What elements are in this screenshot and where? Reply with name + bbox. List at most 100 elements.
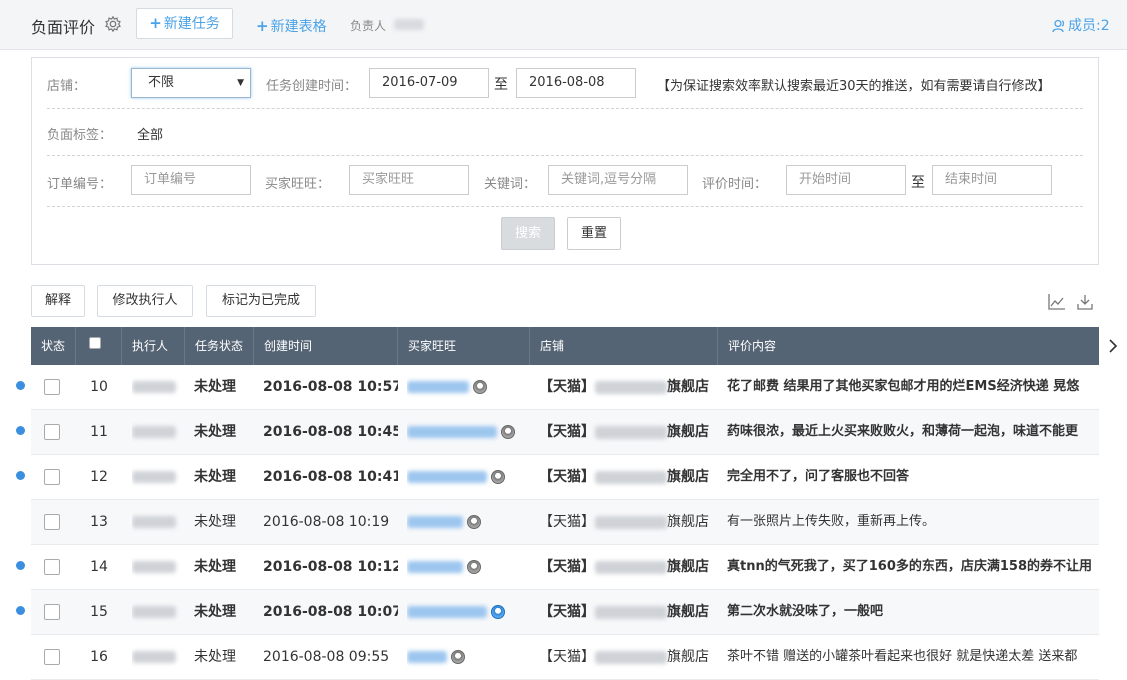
assignee-redacted xyxy=(132,545,185,590)
neg-tag-label: 负面标签： xyxy=(47,128,113,143)
shop-name: 【天猫】 旗舰店 xyxy=(539,424,709,440)
explain-button[interactable]: 解释 xyxy=(31,285,85,317)
review-content[interactable]: 茶叶不错 赠送的小罐茶叶看起来也很好 就是快递太差 送来都 xyxy=(727,635,1099,680)
table-row[interactable]: 11 未处理 2016-08-08 10:45 【天猫】 旗舰店 药味很浓，最近上… xyxy=(16,410,1099,455)
shop-label: 店铺： xyxy=(47,79,87,94)
buyer-wangwang[interactable] xyxy=(407,500,530,545)
line-chart-icon[interactable] xyxy=(1048,293,1066,311)
buyer-wangwang[interactable] xyxy=(407,365,530,410)
page-title: 负面评价 xyxy=(31,18,96,37)
gear-icon[interactable] xyxy=(104,15,122,33)
buyer-input[interactable]: 买家旺旺 xyxy=(349,165,469,195)
review-content[interactable]: 有一张照片上传失败，重新再上传。 xyxy=(727,500,1099,545)
chevron-right-icon[interactable] xyxy=(1106,336,1120,356)
assignee-redacted xyxy=(132,635,185,680)
table-row[interactable]: 15 未处理 2016-08-08 10:07 【天猫】 旗舰店 第二次水就没味了… xyxy=(16,590,1099,635)
task-status: 未处理 xyxy=(194,379,236,395)
wangwang-chat-icon[interactable] xyxy=(467,515,481,529)
created-time: 2016-08-08 10:45 xyxy=(263,424,398,440)
col-content[interactable]: 评价内容 xyxy=(718,327,1099,365)
order-input[interactable]: 订单编号 xyxy=(131,165,251,195)
wangwang-chat-icon[interactable] xyxy=(491,470,505,484)
task-status: 未处理 xyxy=(194,604,236,620)
row-number: 13 xyxy=(90,514,108,530)
shop-select-value: 不限 xyxy=(148,75,175,90)
wangwang-chat-icon[interactable] xyxy=(491,605,505,619)
row-checkbox[interactable] xyxy=(44,424,60,440)
buyer-wangwang[interactable] xyxy=(407,410,530,455)
row-checkbox[interactable] xyxy=(44,649,60,665)
keyword-input[interactable]: 关键词,逗号分隔 xyxy=(548,165,688,195)
new-table-button[interactable]: + 新建表格 xyxy=(256,16,327,36)
col-created-time[interactable]: 创建时间 xyxy=(254,327,398,365)
owner-label: 负责人 xyxy=(350,19,387,33)
shop-name: 【天猫】 旗舰店 xyxy=(539,379,709,395)
buyer-wangwang[interactable] xyxy=(407,635,530,680)
table-row[interactable]: 13 未处理 2016-08-08 10:19 【天猫】 旗舰店 有一张照片上传失… xyxy=(31,500,1099,545)
col-status[interactable]: 状态 xyxy=(31,327,76,365)
review-content[interactable]: 真tnn的气死我了，买了160多的东西，店庆满158的券不让用 xyxy=(727,545,1099,590)
wangwang-chat-icon[interactable] xyxy=(467,560,481,574)
buyer-wangwang[interactable] xyxy=(407,455,530,500)
col-buyer[interactable]: 买家旺旺 xyxy=(398,327,530,365)
row-checkbox[interactable] xyxy=(44,559,60,575)
col-shop[interactable]: 店铺 xyxy=(530,327,718,365)
unread-dot-icon xyxy=(16,426,25,435)
buyer-wangwang[interactable] xyxy=(407,590,530,635)
review-content[interactable]: 花了邮费 结果用了其他买家包邮才用的烂EMS经济快递 晃悠 xyxy=(727,365,1099,410)
review-content[interactable]: 第二次水就没味了，一般吧 xyxy=(727,590,1099,635)
table-row[interactable]: 12 未处理 2016-08-08 10:41 【天猫】 旗舰店 完全用不了，问了… xyxy=(16,455,1099,500)
review-content[interactable]: 药味很浓，最近上火买来败败火，和薄荷一起泡，味道不能更 xyxy=(727,410,1099,455)
shop-name: 【天猫】 旗舰店 xyxy=(539,649,709,665)
search-button[interactable]: 搜索 xyxy=(501,217,555,250)
change-assignee-button[interactable]: 修改执行人 xyxy=(97,285,193,317)
table-row[interactable]: 16 未处理 2016-08-08 09:55 【天猫】 旗舰店 茶叶不错 赠送的… xyxy=(31,635,1099,680)
assignee-redacted xyxy=(132,455,185,500)
select-all-checkbox[interactable] xyxy=(89,337,101,349)
eval-start-input[interactable]: 开始时间 xyxy=(786,165,906,195)
unread-dot-icon xyxy=(16,381,25,390)
new-task-label: 新建任务 xyxy=(163,16,220,32)
buyer-wangwang[interactable] xyxy=(407,545,530,590)
neg-tag-all[interactable]: 全部 xyxy=(137,124,163,143)
col-select xyxy=(76,327,122,365)
date-from-input[interactable]: 2016-07-09 xyxy=(369,68,489,98)
review-content[interactable]: 完全用不了，问了客服也不回答 xyxy=(727,455,1099,500)
reset-button[interactable]: 重置 xyxy=(567,217,621,250)
shop-name: 【天猫】 旗舰店 xyxy=(539,604,709,620)
created-time: 2016-08-08 10:19 xyxy=(263,514,390,530)
created-time: 2016-08-08 10:57 xyxy=(263,379,398,395)
row-number: 15 xyxy=(90,604,108,620)
new-task-button[interactable]: + 新建任务 xyxy=(136,8,233,39)
filter-row-detail: 订单编号： 订单编号 买家旺旺： 买家旺旺 关键词： 关键词,逗号分隔 评价时间… xyxy=(47,156,1083,207)
mark-done-button[interactable]: 标记为已完成 xyxy=(206,285,316,317)
assignee-redacted xyxy=(132,590,185,635)
row-checkbox[interactable] xyxy=(44,604,60,620)
wangwang-chat-icon[interactable] xyxy=(451,650,465,664)
col-task-status[interactable]: 任务状态 xyxy=(185,327,254,365)
top-bar: 负面评价 + 新建任务 + 新建表格 负责人 成员:2 xyxy=(0,0,1127,50)
row-checkbox[interactable] xyxy=(44,379,60,395)
table-header: 状态 执行人 任务状态 创建时间 买家旺旺 店铺 评价内容 xyxy=(31,327,1099,365)
wangwang-chat-icon[interactable] xyxy=(501,425,515,439)
buyer-label: 买家旺旺： xyxy=(265,177,331,192)
row-checkbox[interactable] xyxy=(44,514,60,530)
order-label: 订单编号： xyxy=(47,177,113,192)
table-row[interactable]: 10 未处理 2016-08-08 10:57 【天猫】 旗舰店 花了邮费 结果用… xyxy=(16,365,1099,410)
created-time: 2016-08-08 10:07 xyxy=(263,604,398,620)
download-icon[interactable] xyxy=(1076,293,1094,311)
members-link[interactable]: 成员:2 xyxy=(1052,15,1110,35)
task-time-label: 任务创建时间： xyxy=(266,79,358,94)
shop-select[interactable]: 不限 ▼ xyxy=(131,68,251,98)
plus-icon: + xyxy=(149,14,162,32)
wangwang-chat-icon[interactable] xyxy=(473,380,487,394)
eval-end-input[interactable]: 结束时间 xyxy=(932,165,1052,195)
keyword-label: 关键词： xyxy=(484,177,537,192)
task-status: 未处理 xyxy=(194,424,236,440)
created-time: 2016-08-08 09:55 xyxy=(263,649,390,665)
col-assignee[interactable]: 执行人 xyxy=(122,327,185,365)
created-time: 2016-08-08 10:41 xyxy=(263,469,398,485)
row-checkbox[interactable] xyxy=(44,469,60,485)
table-row[interactable]: 14 未处理 2016-08-08 10:12 【天猫】 旗舰店 真tnn的气死我… xyxy=(16,545,1099,590)
date-to-input[interactable]: 2016-08-08 xyxy=(516,68,636,98)
